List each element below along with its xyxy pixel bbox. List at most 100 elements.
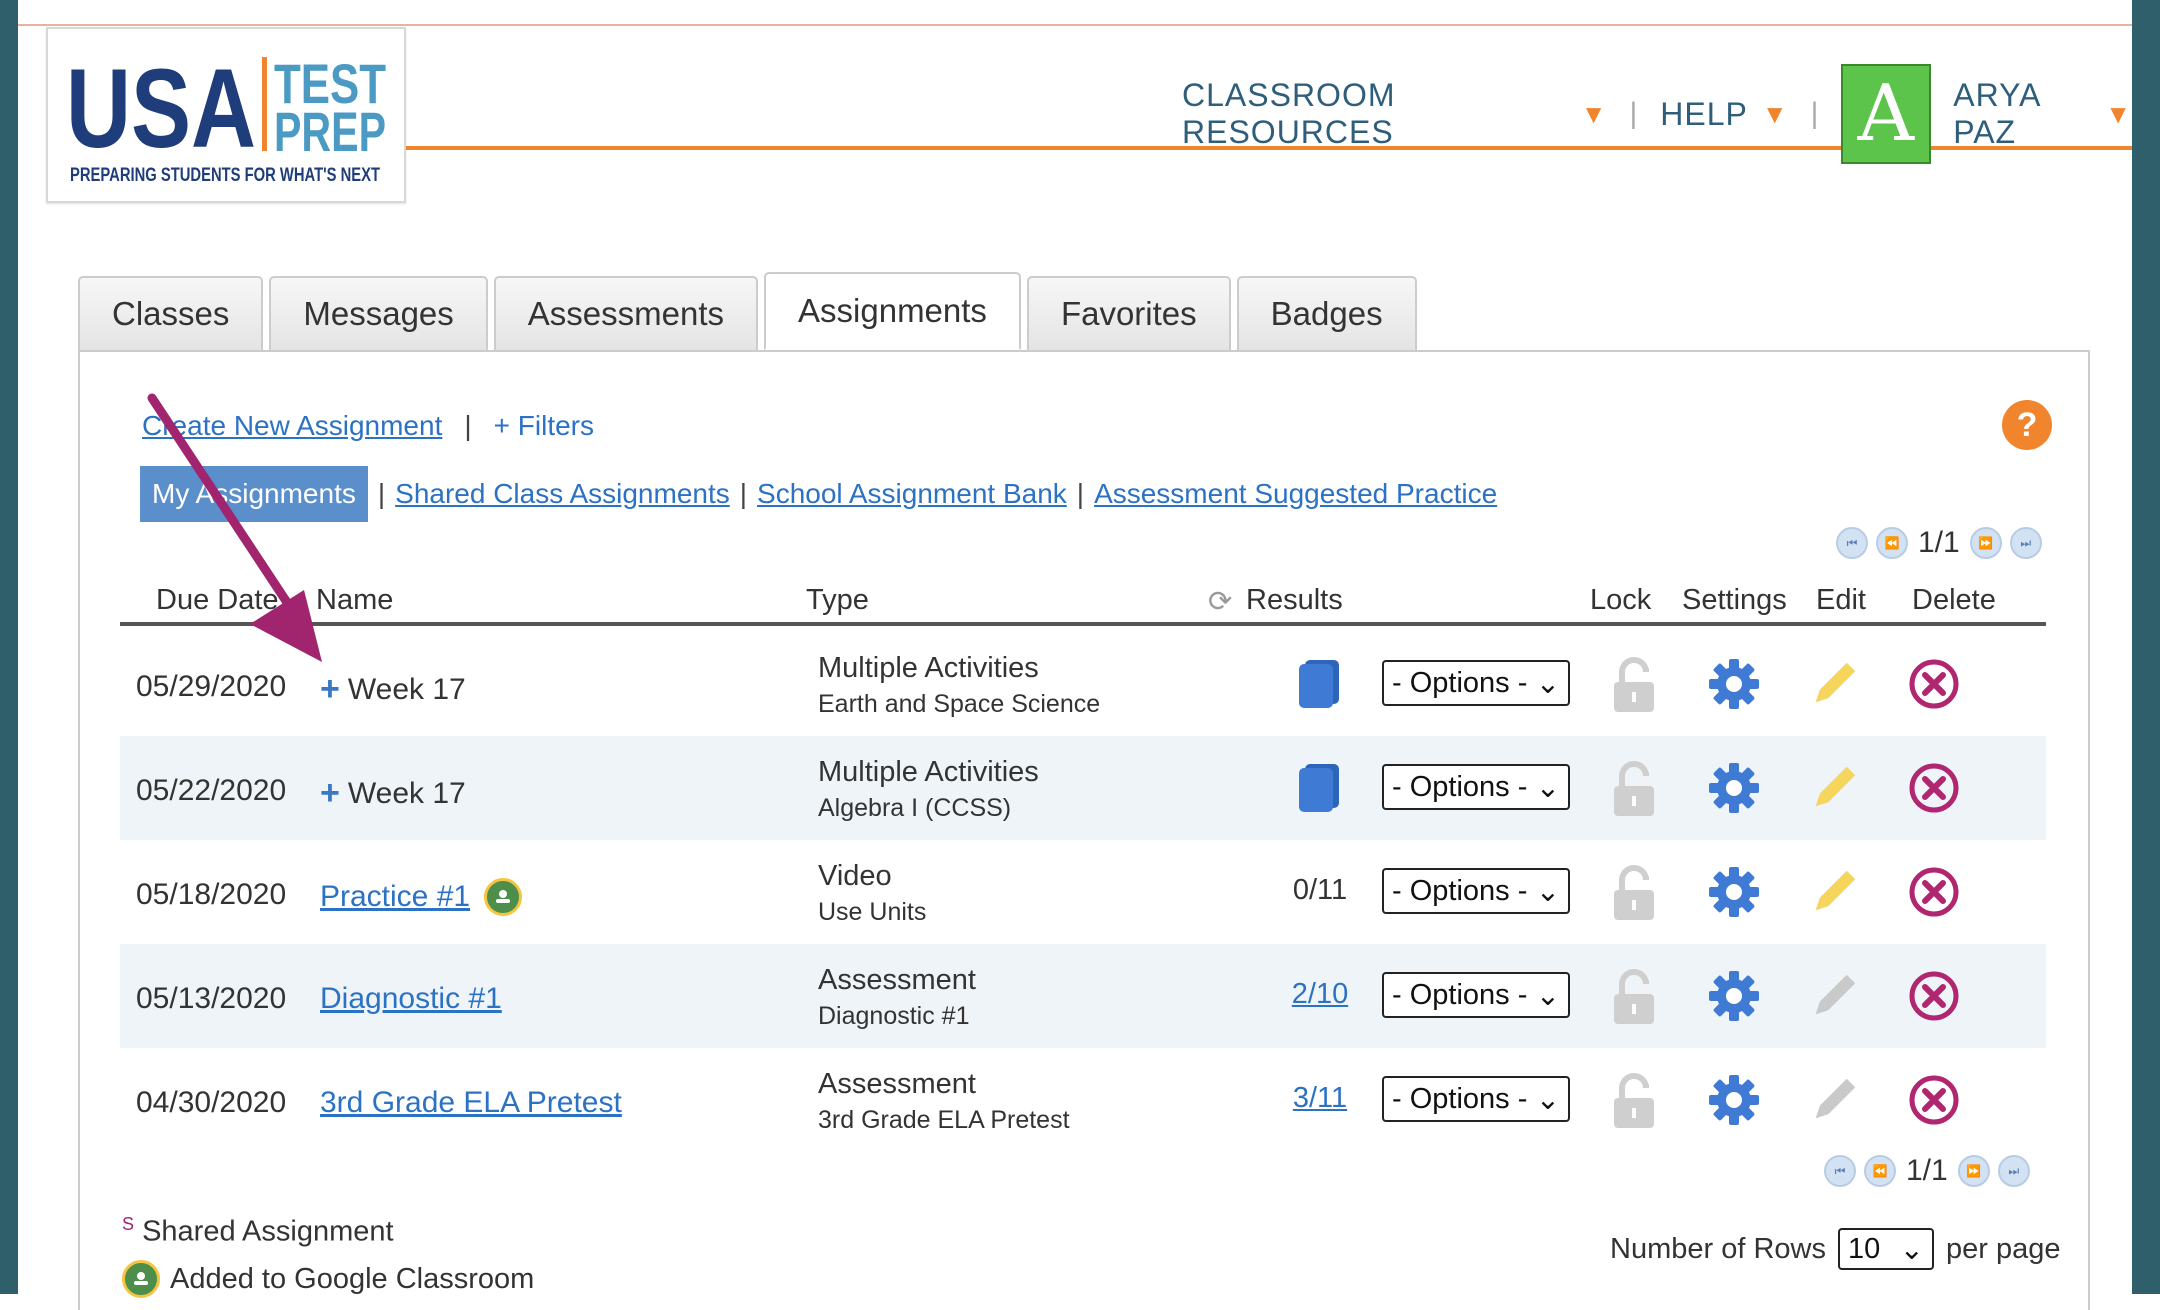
subtab-my-assignments[interactable]: My Assignments (140, 466, 368, 522)
options-label: - Options - (1392, 666, 1528, 699)
table-header: Due Date Name Type ⟳ Results Lock Settin… (120, 578, 2046, 626)
subtab-school-assignment-bank[interactable]: School Assignment Bank (757, 478, 1067, 510)
user-menu[interactable]: ARYA PAZ ▼ (1953, 77, 2132, 151)
tab-messages[interactable]: Messages (269, 276, 488, 350)
header-type[interactable]: Type (806, 584, 869, 617)
options-select[interactable]: - Options - ⌄ (1382, 1076, 1570, 1122)
pencil-edit-icon[interactable] (1804, 862, 1864, 922)
lock-icon[interactable] (1604, 966, 1664, 1026)
create-assignment-link[interactable]: Create New Assignment (142, 410, 442, 442)
row-name-link[interactable]: 3rd Grade ELA Pretest (320, 1086, 622, 1120)
tab-assessments[interactable]: Assessments (493, 276, 759, 350)
delete-x-icon[interactable] (1904, 862, 1964, 922)
options-label: - Options - (1392, 1082, 1528, 1115)
next-page-icon[interactable]: ⏩ (1969, 527, 2002, 559)
row-name-link[interactable]: Diagnostic #1 (320, 982, 502, 1016)
options-select[interactable]: - Options - ⌄ (1382, 660, 1570, 706)
gear-icon[interactable] (1704, 966, 1764, 1026)
header-lock: Lock (1590, 584, 1652, 616)
logo[interactable]: USA TEST PREP PREPARING STUDENTS FOR WHA… (46, 27, 406, 203)
row-name: 3rd Grade ELA Pretest (320, 1086, 622, 1120)
prev-page-icon[interactable]: ⏪ (1876, 527, 1908, 559)
options-select[interactable]: - Options - ⌄ (1382, 764, 1570, 810)
nav-separator: | (1810, 97, 1820, 130)
row-subtype: Use Units (818, 898, 927, 926)
row-subtype: 3rd Grade ELA Pretest (818, 1106, 1070, 1134)
tab-classes[interactable]: Classes (78, 276, 264, 350)
chevron-down-icon: ⌄ (1535, 979, 1560, 1012)
subtab-shared-class-assignments[interactable]: Shared Class Assignments (395, 478, 730, 510)
lock-icon[interactable] (1604, 758, 1664, 818)
legend-google: Added to Google Classroom (122, 1260, 534, 1298)
google-classroom-icon (484, 878, 523, 916)
gear-icon[interactable] (1704, 862, 1764, 922)
logo-usa-text: USA (66, 46, 256, 171)
delete-x-icon[interactable] (1904, 654, 1964, 714)
last-page-icon[interactable]: ⏭ (1997, 1155, 2030, 1187)
google-classroom-icon (122, 1260, 160, 1298)
row-date: 05/18/2020 (136, 878, 287, 911)
gear-icon[interactable] (1704, 758, 1764, 818)
pencil-edit-icon[interactable] (1804, 758, 1864, 818)
subtab-assessment-suggested-practice[interactable]: Assessment Suggested Practice (1094, 478, 1497, 510)
caret-down-icon: ▼ (1580, 98, 1608, 129)
table-row: 05/29/2020 + Week 17 Multiple Activities … (120, 632, 2046, 736)
prev-page-icon[interactable]: ⏪ (1864, 1155, 1896, 1187)
pencil-edit-icon (1804, 1070, 1864, 1130)
delete-x-icon[interactable] (1904, 758, 1964, 818)
lock-icon[interactable] (1604, 1070, 1664, 1130)
first-page-icon[interactable]: ⏮ (1824, 1155, 1856, 1187)
last-page-icon[interactable]: ⏭ (2009, 527, 2042, 559)
options-select[interactable]: - Options - ⌄ (1382, 868, 1570, 914)
row-subtype: Diagnostic #1 (818, 1002, 970, 1030)
page-indicator: 1/1 (1906, 1154, 1948, 1187)
action-bar: Create New Assignment | + Filters (142, 410, 594, 442)
row-name[interactable]: + Week 17 (320, 670, 466, 709)
help-question-icon[interactable]: ? (2002, 400, 2052, 450)
pencil-edit-icon[interactable] (1804, 654, 1864, 714)
header-delete: Delete (1912, 584, 1996, 616)
row-result-link[interactable]: 3/11 (1270, 1082, 1370, 1115)
row-date: 05/22/2020 (136, 774, 287, 807)
delete-x-icon[interactable] (1904, 966, 1964, 1026)
delete-x-icon[interactable] (1904, 1070, 1964, 1130)
gear-icon[interactable] (1704, 1070, 1764, 1130)
rows-per-page-select[interactable]: 10 ⌄ (1837, 1228, 1934, 1270)
help-menu[interactable]: HELP ▼ (1660, 96, 1788, 133)
lock-icon[interactable] (1604, 862, 1664, 922)
refresh-icon[interactable]: ⟳ (1208, 584, 1232, 619)
row-name-link[interactable]: Practice #1 (320, 880, 470, 914)
results-book-icon[interactable] (1290, 758, 1350, 818)
chevron-down-icon: ⌄ (1535, 875, 1560, 908)
pager-bottom: ⏮ ⏪ 1/1 ⏩ ⏭ (1820, 1154, 2034, 1188)
header-name[interactable]: Name (316, 584, 393, 617)
lock-icon[interactable] (1604, 654, 1664, 714)
separator: | (464, 410, 472, 441)
row-type: Assessment (818, 964, 976, 996)
expand-plus-icon[interactable]: + (320, 774, 340, 813)
classroom-resources-menu[interactable]: CLASSROOM RESOURCES ▼ (1182, 77, 1607, 151)
filters-link[interactable]: + Filters (494, 410, 594, 442)
header-due-date[interactable]: Due Date (156, 584, 279, 617)
tab-assignments[interactable]: Assignments (764, 272, 1021, 350)
row-date: 04/30/2020 (136, 1086, 287, 1119)
legend-shared-text: Shared Assignment (142, 1215, 394, 1248)
tab-favorites[interactable]: Favorites (1026, 276, 1231, 350)
next-page-icon[interactable]: ⏩ (1957, 1155, 1990, 1187)
options-select[interactable]: - Options - ⌄ (1382, 972, 1570, 1018)
row-result-link[interactable]: 2/10 (1270, 978, 1370, 1011)
results-book-icon[interactable] (1290, 654, 1350, 714)
header-results[interactable]: Results (1246, 584, 1343, 617)
avatar[interactable]: A (1841, 64, 1932, 164)
header-edit: Edit (1816, 584, 1866, 616)
tab-badges[interactable]: Badges (1236, 276, 1417, 350)
row-name-text: Week 17 (347, 672, 466, 706)
row-name[interactable]: + Week 17 (320, 774, 466, 813)
gear-icon[interactable] (1704, 654, 1764, 714)
top-nav: CLASSROOM RESOURCES ▼ | HELP ▼ | A ARYA … (1182, 64, 2132, 164)
table-row: 05/22/2020 + Week 17 Multiple Activities … (120, 736, 2046, 840)
expand-plus-icon[interactable]: + (320, 670, 340, 709)
pager-top: ⏮ ⏪ 1/1 ⏩ ⏭ (1832, 526, 2046, 560)
first-page-icon[interactable]: ⏮ (1836, 527, 1868, 559)
rows-value: 10 (1847, 1232, 1881, 1265)
